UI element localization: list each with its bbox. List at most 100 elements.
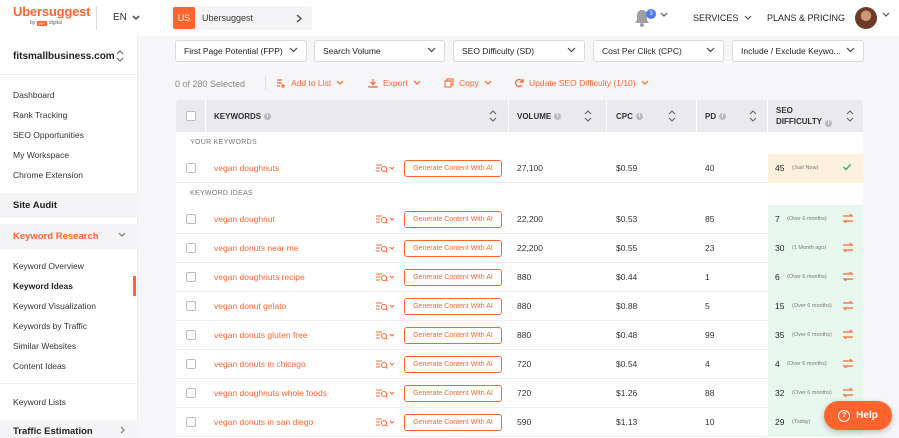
keyword-analysis-icon[interactable]	[375, 329, 395, 341]
generate-content-button[interactable]: Generate Content With AI	[404, 160, 502, 177]
filter-search-volume[interactable]: Search Volume	[314, 40, 445, 62]
keyword-link[interactable]: vegan doughnuts	[214, 163, 279, 173]
header-seo-difficulty[interactable]: SEO DIFFICULTY i	[776, 100, 833, 132]
row-checkbox[interactable]	[186, 301, 196, 311]
sort-arrows-icon[interactable]	[749, 109, 757, 123]
user-avatar[interactable]	[855, 7, 877, 29]
project-switcher[interactable]: US Ubersuggest	[171, 6, 312, 30]
help-button[interactable]: ? Help	[824, 401, 892, 430]
generate-content-button[interactable]: Generate Content With AI	[404, 240, 502, 257]
info-icon[interactable]: i	[264, 112, 272, 120]
keyword-analysis-icon[interactable]	[375, 271, 395, 283]
pd-cell: 85	[705, 214, 715, 224]
sidebar-item-my-workspace[interactable]: My Workspace	[13, 150, 69, 160]
keyword-analysis-icon[interactable]	[375, 162, 395, 174]
sidebar-item-keyword-overview[interactable]: Keyword Overview	[13, 261, 84, 271]
row-checkbox[interactable]	[186, 272, 196, 282]
row-checkbox[interactable]	[186, 214, 196, 224]
keyword-link[interactable]: vegan doughnut	[214, 214, 275, 224]
chevron-down-icon	[118, 232, 126, 237]
info-icon[interactable]: i	[825, 120, 833, 127]
ubersuggest-logo[interactable]: Ubersuggest by NP digital	[13, 4, 90, 26]
sidebar-item-rank-tracking[interactable]: Rank Tracking	[13, 110, 67, 120]
update-seo-difficulty-button[interactable]: Update SEO Difficulty (1/10)	[514, 78, 649, 88]
refresh-arrows-icon[interactable]	[842, 329, 854, 340]
sidebar-item-keyword-research[interactable]: Keyword Research	[0, 224, 138, 249]
filter-fpp[interactable]: First Page Potential (FPP)	[175, 40, 307, 62]
refresh-arrows-icon[interactable]	[842, 242, 854, 253]
header-cpc[interactable]: CPC i	[616, 100, 643, 132]
generate-content-button[interactable]: Generate Content With AI	[404, 385, 502, 402]
generate-content-button[interactable]: Generate Content With AI	[404, 269, 502, 286]
header-keywords[interactable]: KEYWORDS i	[214, 100, 272, 132]
keyword-analysis-icon[interactable]	[375, 213, 395, 225]
info-icon[interactable]: i	[554, 112, 562, 120]
refresh-arrows-icon[interactable]	[842, 358, 854, 369]
refresh-arrows-icon[interactable]	[842, 300, 854, 311]
keyword-analysis-icon[interactable]	[375, 387, 395, 399]
sidebar-item-keywords-by-traffic[interactable]: Keywords by Traffic	[13, 321, 87, 331]
generate-content-button[interactable]: Generate Content With AI	[404, 298, 502, 315]
chevron-down-icon[interactable]	[882, 12, 890, 18]
refresh-arrows-icon[interactable]	[842, 213, 854, 224]
filter-label: Include / Exclude Keywo...	[741, 46, 841, 56]
keyword-link[interactable]: vegan donuts in san diego	[214, 417, 313, 427]
sort-arrows-icon[interactable]	[846, 109, 854, 123]
keyword-analysis-icon[interactable]	[375, 242, 395, 254]
refresh-arrows-icon[interactable]	[842, 271, 854, 282]
generate-content-button[interactable]: Generate Content With AI	[404, 327, 502, 344]
chevron-down-icon	[846, 47, 855, 53]
generate-content-button[interactable]: Generate Content With AI	[404, 211, 502, 228]
sort-arrows-icon[interactable]	[489, 109, 497, 123]
row-checkbox[interactable]	[186, 417, 196, 427]
keyword-link[interactable]: vegan donuts in chicago	[214, 359, 306, 369]
filter-include-exclude[interactable]: Include / Exclude Keywo...	[732, 40, 864, 62]
chevron-down-icon[interactable]	[660, 12, 668, 18]
sidebar-item-content-ideas[interactable]: Content Ideas	[13, 361, 66, 371]
filter-seo-difficulty[interactable]: SEO Difficulty (SD)	[453, 40, 585, 62]
header-volume[interactable]: VOLUME i	[517, 100, 562, 132]
row-checkbox[interactable]	[186, 359, 196, 369]
sidebar-item-traffic-estimation[interactable]: Traffic Estimation	[0, 420, 138, 438]
keyword-link[interactable]: vegan donut gelato	[214, 301, 286, 311]
keyword-analysis-icon[interactable]	[375, 300, 395, 312]
info-icon[interactable]: i	[719, 112, 727, 120]
add-to-list-button[interactable]: Add to List	[276, 78, 344, 88]
language-selector[interactable]: EN	[113, 12, 140, 23]
filter-cpc[interactable]: Cost Per Click (CPC)	[593, 40, 724, 62]
site-selector[interactable]: fitsmallbusiness.com	[13, 51, 115, 62]
keyword-link[interactable]: vegan donuts near me	[214, 243, 299, 253]
sidebar-item-seo-opportunities[interactable]: SEO Opportunities	[13, 130, 84, 140]
sort-arrows-icon[interactable]	[116, 49, 124, 63]
plans-pricing-link[interactable]: PLANS & PRICING	[767, 13, 845, 23]
chevron-down-icon	[427, 47, 436, 53]
info-icon[interactable]: i	[635, 112, 643, 120]
keyword-analysis-icon[interactable]	[375, 358, 395, 370]
header-pd[interactable]: PD i	[705, 100, 727, 132]
generate-content-button[interactable]: Generate Content With AI	[404, 356, 502, 373]
sidebar-item-keyword-lists[interactable]: Keyword Lists	[13, 397, 66, 407]
keyword-link[interactable]: vegan doughnuts recipe	[214, 272, 305, 282]
sidebar-item-chrome-extension[interactable]: Chrome Extension	[13, 170, 83, 180]
keyword-link[interactable]: vegan donuts gluten free	[214, 330, 308, 340]
row-checkbox[interactable]	[186, 243, 196, 253]
row-checkbox[interactable]	[186, 388, 196, 398]
row-checkbox[interactable]	[186, 330, 196, 340]
sidebar-item-keyword-visualization[interactable]: Keyword Visualization	[13, 301, 96, 311]
select-all-checkbox[interactable]	[186, 111, 196, 121]
row-checkbox[interactable]	[186, 163, 196, 173]
keyword-link[interactable]: vegan doughnuts whole foods	[214, 388, 327, 398]
sort-arrows-icon[interactable]	[668, 109, 676, 123]
export-button[interactable]: Export	[368, 78, 421, 88]
keyword-analysis-icon[interactable]	[375, 416, 395, 428]
generate-content-button[interactable]: Generate Content With AI	[404, 414, 502, 431]
copy-button[interactable]: Copy	[444, 78, 492, 88]
sort-arrows-icon[interactable]	[584, 109, 592, 123]
sidebar-item-keyword-ideas[interactable]: Keyword Ideas	[13, 281, 73, 291]
refresh-arrows-icon[interactable]	[842, 387, 854, 398]
sidebar-item-dashboard[interactable]: Dashboard	[13, 90, 55, 100]
notifications-button[interactable]: 3	[633, 8, 657, 30]
sidebar-item-site-audit[interactable]: Site Audit	[0, 193, 138, 218]
sidebar-item-similar-websites[interactable]: Similar Websites	[13, 341, 76, 351]
services-menu[interactable]: SERVICES	[693, 13, 752, 23]
